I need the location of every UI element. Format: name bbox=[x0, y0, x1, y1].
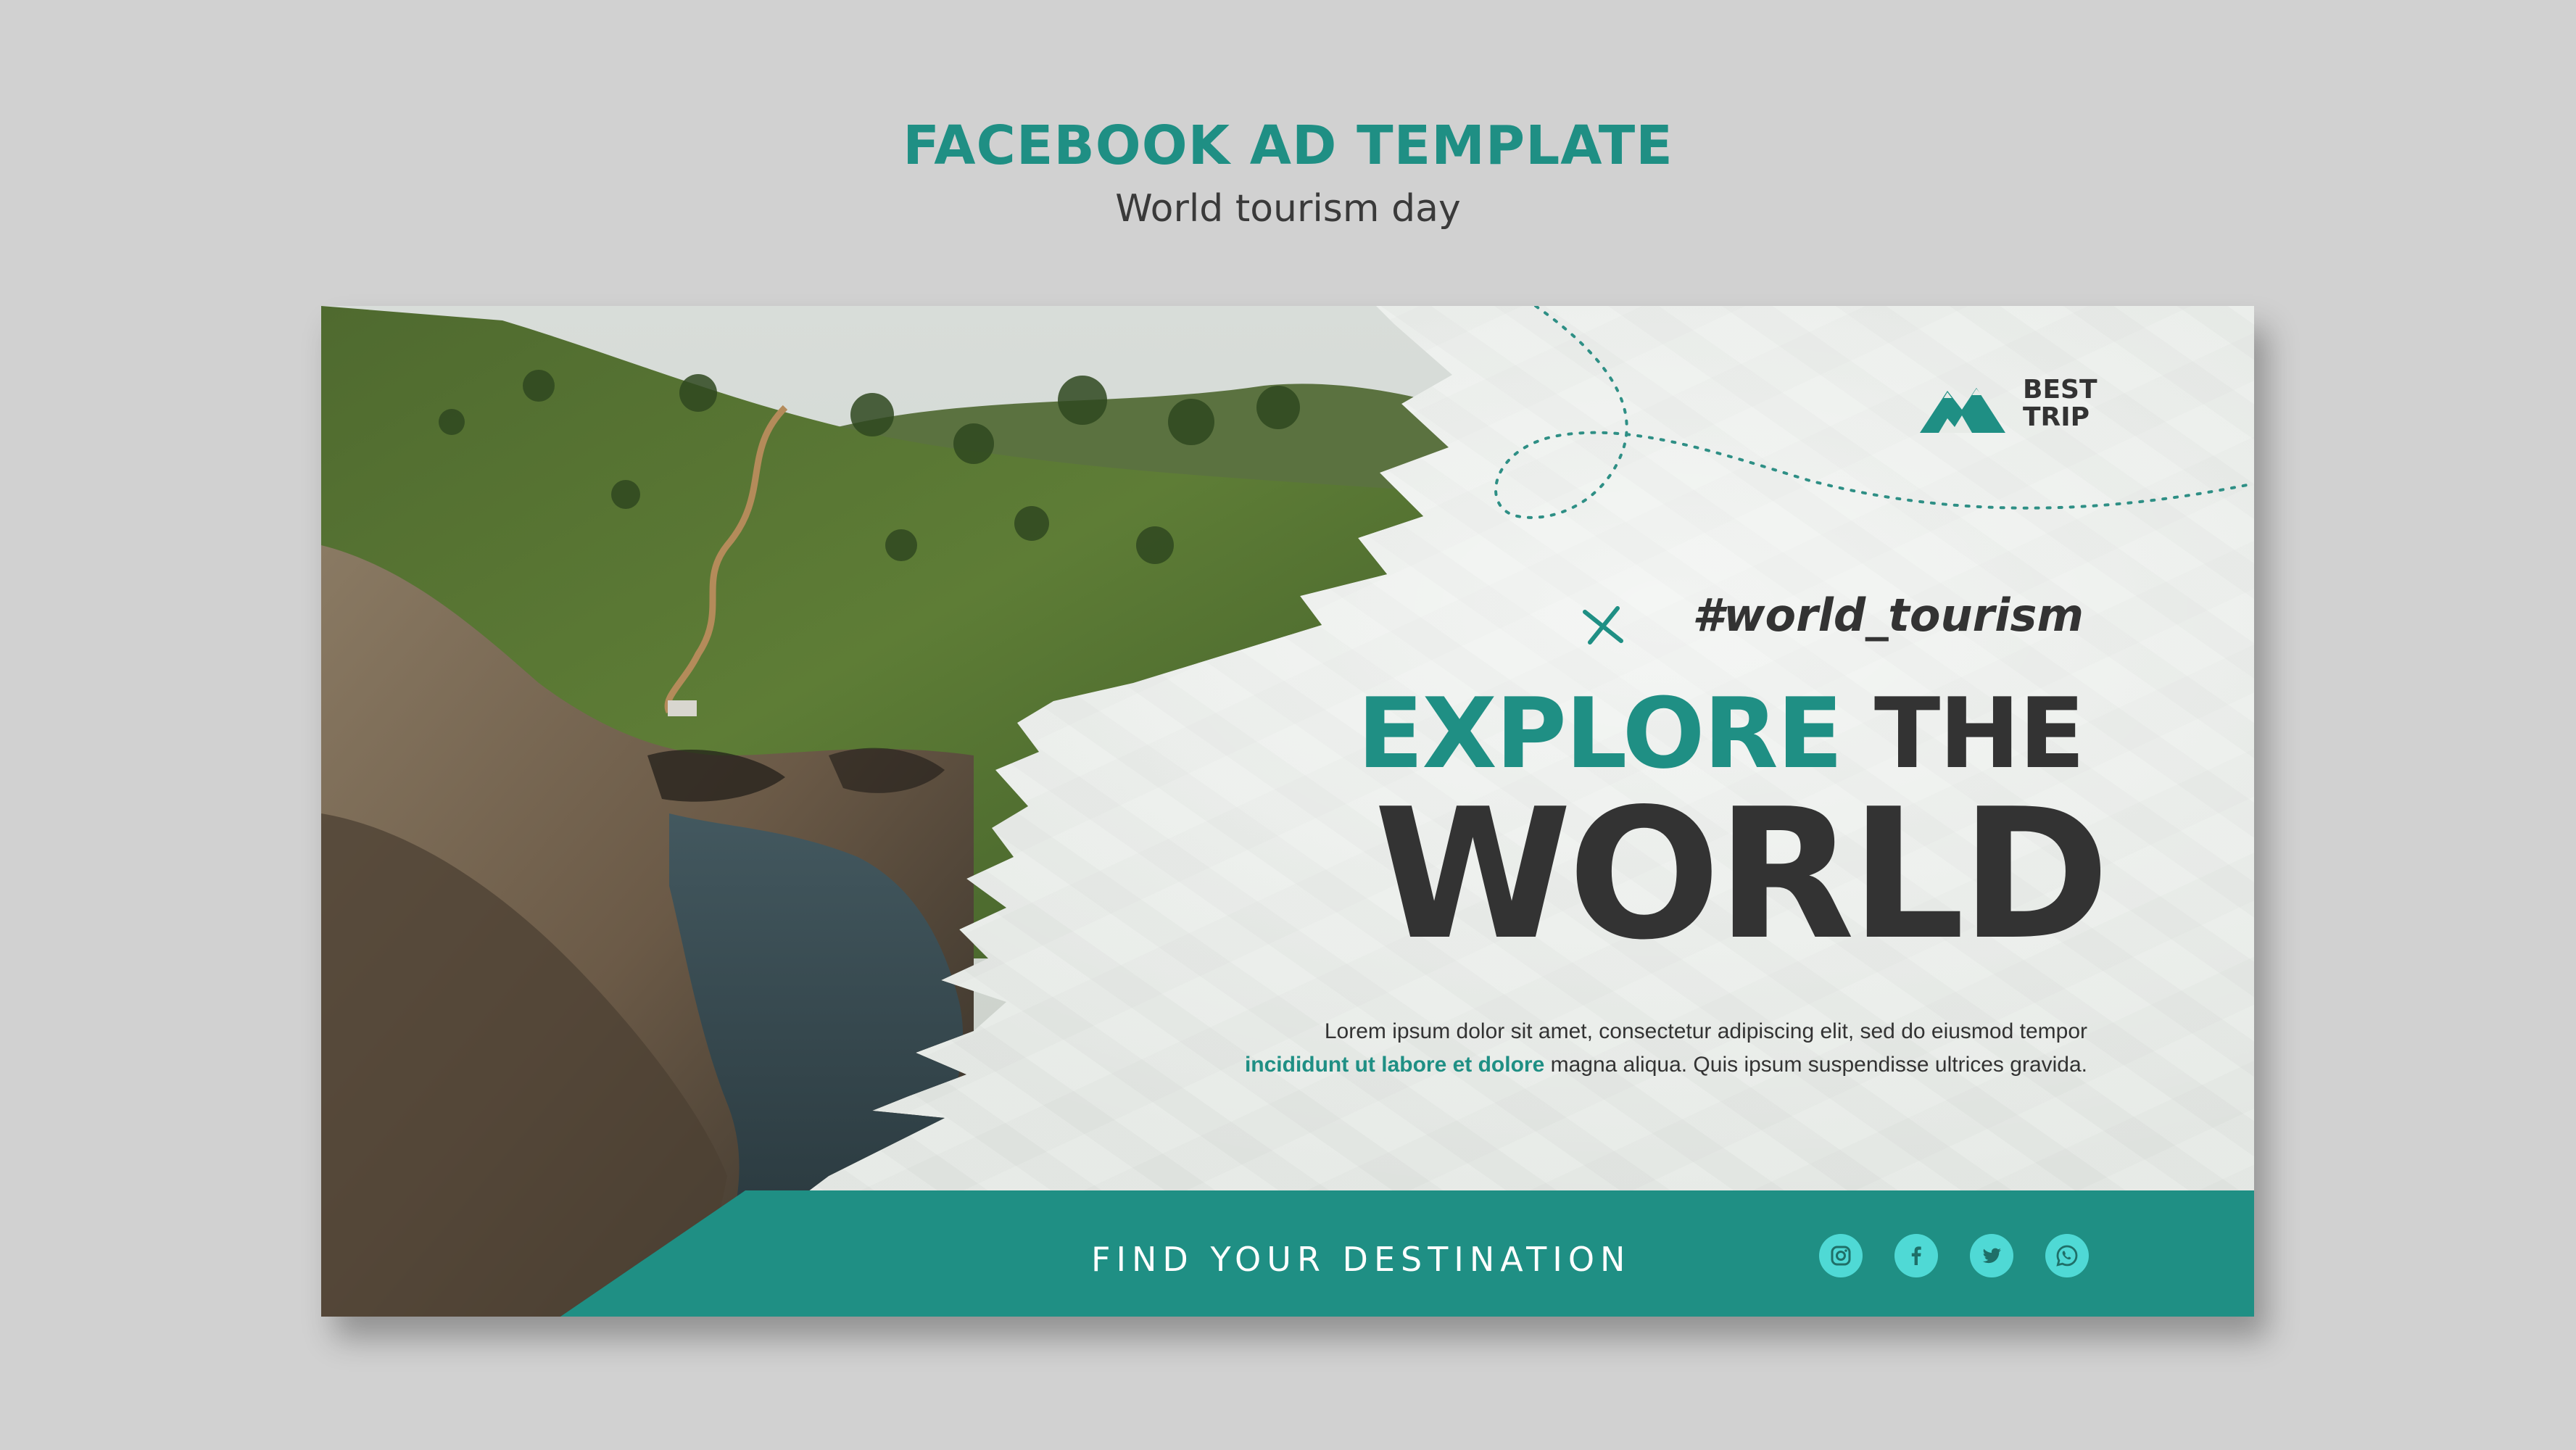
page-title: FACEBOOK AD TEMPLATE bbox=[903, 115, 1673, 177]
ad-banner: BEST TRIP #world_tourism EXPLORE THE WOR… bbox=[321, 306, 2254, 1317]
page-subtitle: World tourism day bbox=[1115, 187, 1461, 231]
facebook-icon[interactable] bbox=[1894, 1234, 1938, 1277]
footer-bar bbox=[560, 1190, 2254, 1317]
twitter-icon[interactable] bbox=[1970, 1234, 2013, 1277]
whatsapp-icon[interactable] bbox=[2045, 1234, 2089, 1277]
instagram-icon[interactable] bbox=[1819, 1234, 1863, 1277]
footer-tagline: FIND YOUR DESTINATION bbox=[1091, 1240, 1631, 1279]
